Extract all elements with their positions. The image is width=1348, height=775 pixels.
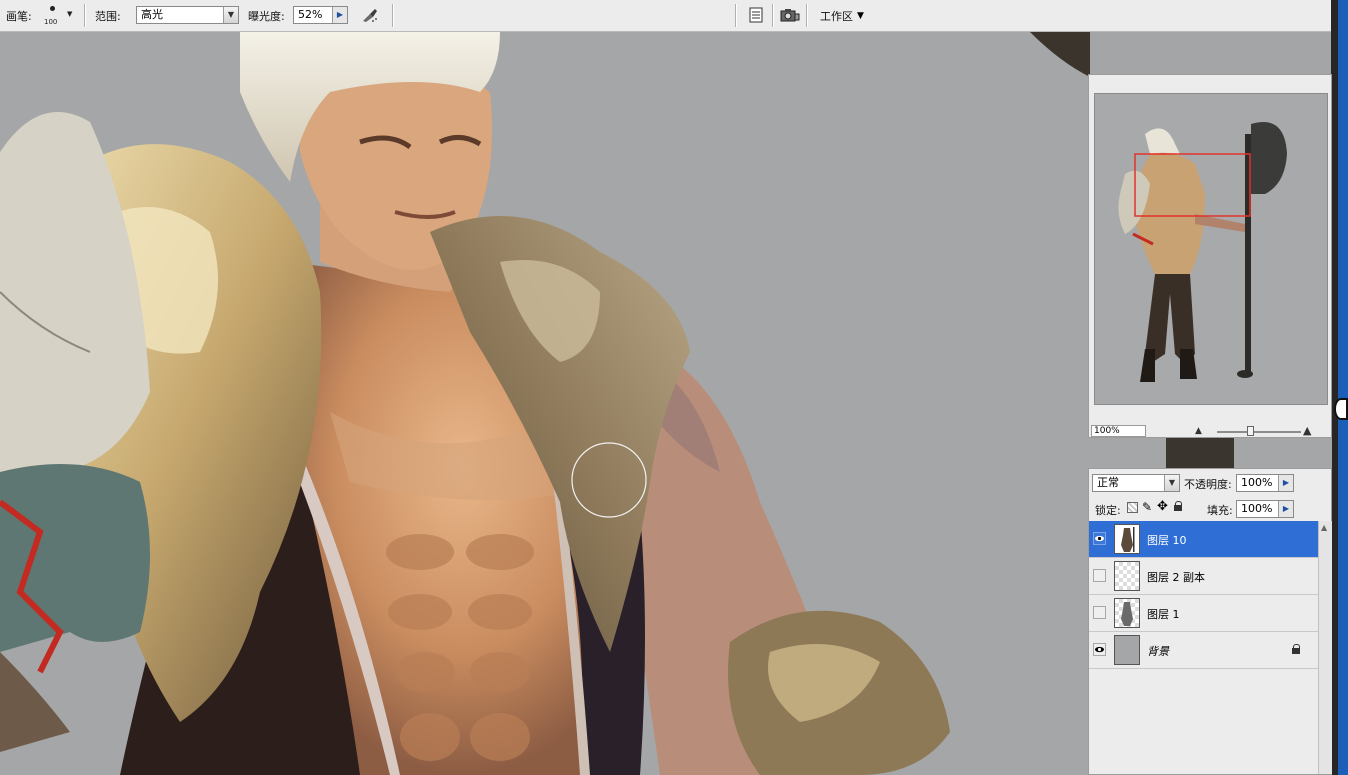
brush-preset-picker[interactable]: 100 ▼ bbox=[42, 3, 72, 29]
layers-panel: 正常 ▼ 不透明度: 100% ▶ 锁定: ✎ ✥ 填充: 100% ▶ 图层 … bbox=[1088, 468, 1332, 775]
scroll-up-icon[interactable]: ▲ bbox=[1321, 523, 1327, 532]
zoom-out-icon[interactable]: ▲ bbox=[1195, 426, 1202, 436]
layers-scrollbar[interactable]: ▲ bbox=[1318, 521, 1332, 774]
chevron-right-icon[interactable]: ▶ bbox=[1278, 475, 1293, 491]
exposure-label: 曝光度: bbox=[248, 9, 285, 23]
airbrush-icon bbox=[363, 9, 377, 22]
chevron-right-icon[interactable]: ▶ bbox=[332, 7, 347, 23]
layer-row[interactable]: 图层 2 副本 bbox=[1089, 558, 1318, 595]
brush-size-value: 100 bbox=[44, 18, 58, 26]
range-select[interactable]: 高光 ▼ bbox=[136, 6, 239, 24]
visibility-toggle[interactable] bbox=[1093, 569, 1106, 582]
airbrush-toggle-button[interactable] bbox=[360, 5, 380, 25]
opacity-label: 不透明度: bbox=[1184, 478, 1232, 491]
layer-thumbnail bbox=[1114, 561, 1140, 591]
layer-row[interactable]: 背景 bbox=[1089, 632, 1318, 669]
navigator-thumbnail bbox=[1118, 122, 1287, 382]
window-edge bbox=[1338, 0, 1348, 775]
lock-brush-icon[interactable]: ✎ bbox=[1142, 500, 1152, 514]
layer-thumbnail bbox=[1114, 635, 1140, 665]
visibility-toggle[interactable] bbox=[1093, 532, 1106, 545]
divider bbox=[806, 4, 808, 27]
divider bbox=[84, 4, 86, 27]
divider bbox=[772, 4, 774, 27]
fill-input[interactable]: 100% ▶ bbox=[1236, 500, 1294, 518]
document-icon bbox=[749, 7, 763, 23]
fill-label: 填充: bbox=[1207, 504, 1233, 517]
chevron-right-icon[interactable]: ▶ bbox=[1278, 501, 1293, 517]
range-label: 范围: bbox=[95, 9, 121, 23]
workspace-menu-button[interactable]: 工作区 ▼ bbox=[820, 0, 864, 31]
chevron-down-icon: ▼ bbox=[1164, 475, 1179, 491]
exposure-input[interactable]: 52% ▶ bbox=[293, 6, 348, 24]
navigator-panel: 100% ▲ ▲ bbox=[1088, 74, 1332, 438]
lock-move-icon[interactable]: ✥ bbox=[1157, 499, 1168, 514]
palette-well-button[interactable] bbox=[780, 5, 800, 25]
layer-row[interactable]: 图层 10 bbox=[1089, 521, 1318, 558]
visibility-toggle[interactable] bbox=[1093, 643, 1106, 656]
lock-icon bbox=[1292, 644, 1301, 655]
artwork-image bbox=[0, 32, 1090, 775]
chevron-down-icon: ▼ bbox=[857, 10, 864, 21]
opacity-input[interactable]: 100% ▶ bbox=[1236, 474, 1294, 492]
collapse-panel-icon[interactable] bbox=[1334, 398, 1348, 420]
divider bbox=[392, 4, 394, 27]
chevron-down-icon: ▼ bbox=[223, 7, 238, 23]
options-bar: 画笔: 100 ▼ 范围: 高光 ▼ 曝光度: 52% ▶ 工作区 ▼ bbox=[0, 0, 1338, 32]
artwork-fragment bbox=[1166, 438, 1234, 468]
panel-dock-edge bbox=[1331, 0, 1338, 775]
eye-icon bbox=[1095, 535, 1104, 542]
visibility-toggle[interactable] bbox=[1093, 606, 1106, 619]
brush-label: 画笔: bbox=[6, 9, 32, 23]
layer-thumbnail bbox=[1114, 598, 1140, 628]
chevron-down-icon: ▼ bbox=[67, 10, 73, 18]
zoom-slider-track[interactable] bbox=[1217, 431, 1301, 433]
layer-row[interactable]: 图层 1 bbox=[1089, 595, 1318, 632]
document-canvas[interactable] bbox=[0, 32, 1090, 775]
canvas-visible-strip bbox=[1088, 438, 1332, 468]
lock-all-icon[interactable] bbox=[1174, 501, 1183, 512]
camera-icon bbox=[780, 9, 800, 22]
blend-mode-select[interactable]: 正常 ▼ bbox=[1092, 474, 1180, 492]
file-browser-button[interactable] bbox=[746, 5, 766, 25]
zoom-in-icon[interactable]: ▲ bbox=[1303, 424, 1311, 437]
eye-icon bbox=[1095, 646, 1104, 653]
divider bbox=[735, 4, 737, 27]
lock-transparency-icon[interactable] bbox=[1127, 502, 1138, 513]
zoom-input[interactable]: 100% bbox=[1091, 425, 1146, 437]
brush-tip-icon bbox=[50, 6, 55, 11]
layer-thumbnail bbox=[1114, 524, 1140, 554]
lock-label: 锁定: bbox=[1095, 504, 1121, 517]
navigator-preview[interactable] bbox=[1094, 93, 1328, 405]
zoom-slider-handle[interactable] bbox=[1247, 426, 1254, 436]
